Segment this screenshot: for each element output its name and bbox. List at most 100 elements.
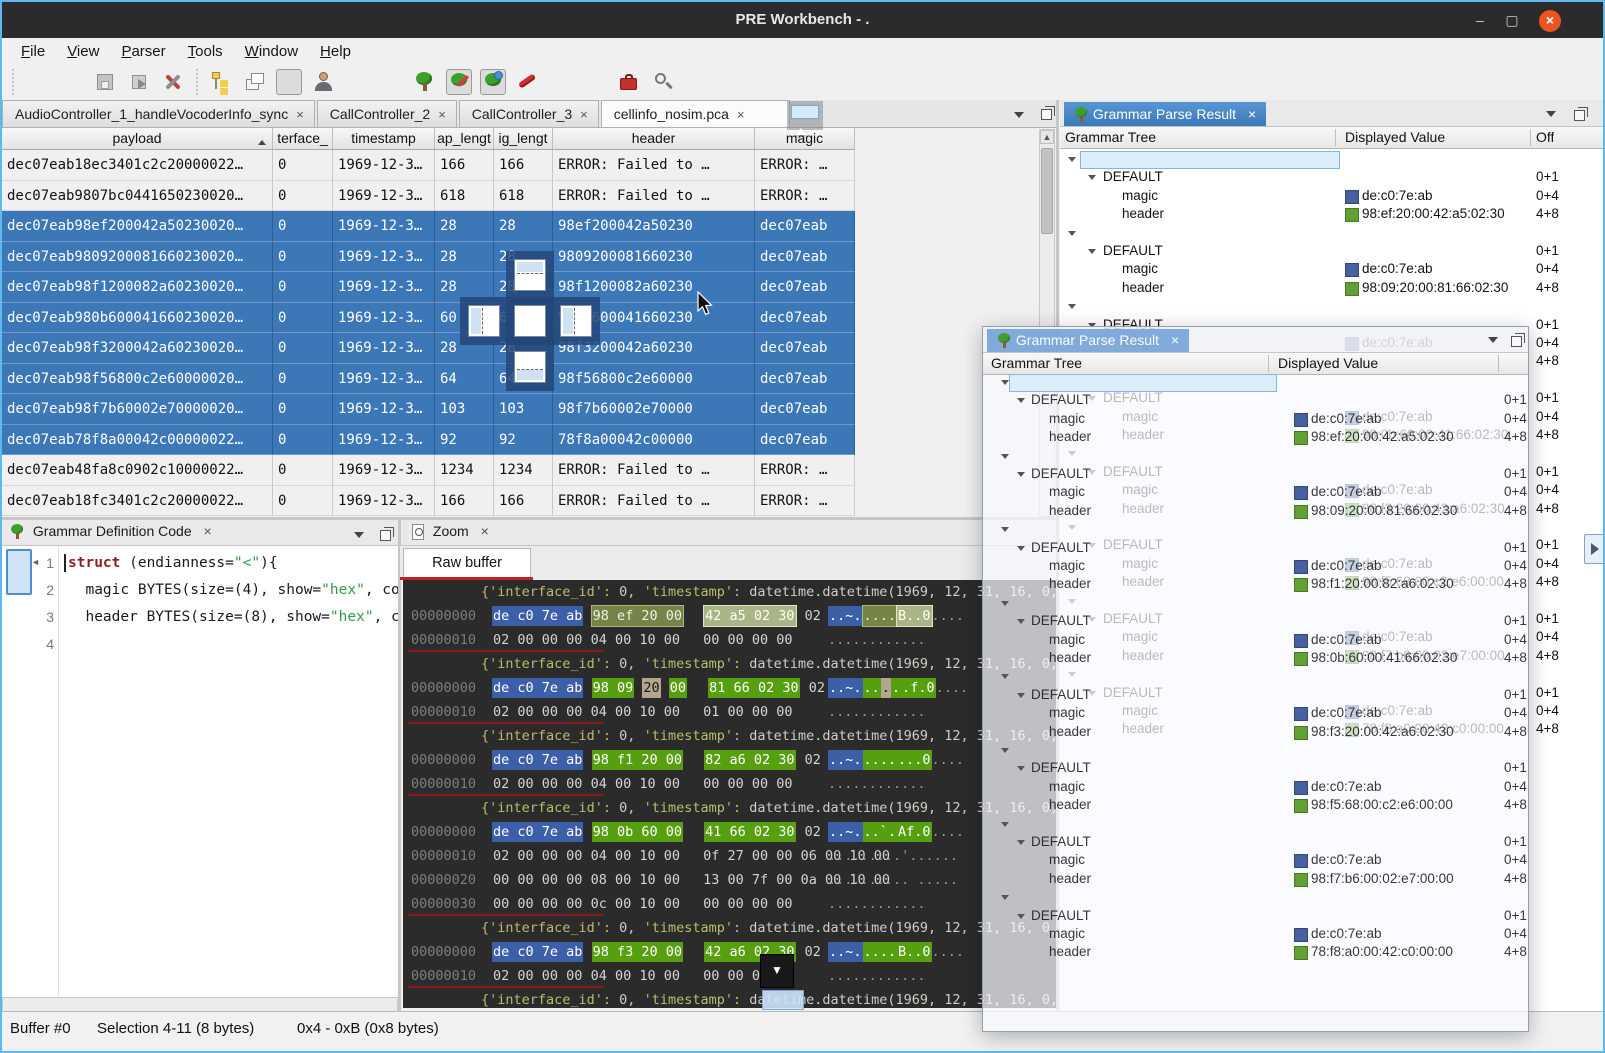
collapse-arrow-icon[interactable] [1001,601,1009,610]
tree-node-row[interactable]: DEFAULT0+1 [983,907,1528,925]
minimize-button[interactable]: – [1469,10,1491,32]
hex-line[interactable]: 00000000de c0 7e ab 98 f1 20 00 82 a6 02… [403,748,1056,772]
maximize-button[interactable]: ▢ [1501,10,1523,32]
preview-document-icon[interactable] [276,69,302,95]
column-header-payload[interactable]: payload [2,128,273,150]
tree-leaf-row[interactable]: magicde:c0:7e:ab0+4 [983,631,1528,649]
tools-icon[interactable] [160,69,186,95]
hex-line[interactable]: 00000000de c0 7e ab 98 ef 20 00 42 a5 02… [403,604,1056,628]
hex-line[interactable]: 0000001002 00 00 00 04 00 10 00 00 00 00… [403,772,1056,796]
zoom-panel-titlebar[interactable]: Zoom × [401,520,1056,546]
collapse-arrow-icon[interactable] [1017,472,1025,481]
tree-root-row[interactable] [983,741,1528,759]
floating-titlebar[interactable]: Grammar Parse Result × [983,327,1528,353]
tree-leaf-row[interactable]: magicde:c0:7e:ab0+4 [983,851,1528,869]
tree-root-row[interactable] [983,447,1528,465]
toolbox-icon[interactable] [616,69,642,95]
export-icon[interactable] [126,69,152,95]
floating-menu-button[interactable] [1488,335,1498,351]
collapse-arrow-icon[interactable] [1001,822,1009,831]
column-header-timestamp[interactable]: timestamp [333,128,435,150]
code-line[interactable]: 1struct (endianness="<"){ [2,550,398,577]
tab-list-dropdown[interactable] [1014,110,1024,126]
code-line[interactable]: 2 magic BYTES(size=(4), show="hex", colo… [2,577,398,604]
menu-item-parser[interactable]: Parser [110,40,176,63]
tree-leaf-row[interactable]: magicde:c0:7e:ab0+4 [983,925,1528,943]
collapse-arrow-icon[interactable] [1017,914,1025,923]
tree-leaf-row[interactable]: header98:0b:60:00:41:66:02:304+8 [983,649,1528,667]
code-editor[interactable]: 1struct (endianness="<"){2 magic BYTES(s… [2,546,398,997]
tree-root-row[interactable] [983,667,1528,685]
collapse-arrow-icon[interactable] [1001,380,1009,389]
tree-leaf-row[interactable]: magicde:c0:7e:ab0+4 [983,410,1528,428]
tree-node-row[interactable]: DEFAULT0+1 [983,833,1528,851]
scroll-up-button[interactable]: ▲ [1040,130,1054,144]
selected-empty-node[interactable] [1009,374,1277,392]
collapse-arrow-icon[interactable] [1017,766,1025,775]
column-header-ap-lengt[interactable]: ap_lengt [435,128,494,150]
collapse-arrow-icon[interactable] [1001,527,1009,536]
tree-root-row[interactable] [1060,224,1603,242]
collapse-arrow-icon[interactable] [1088,249,1096,258]
vertical-splitter-bottom[interactable] [398,520,401,1012]
tree-leaf-row[interactable]: magicde:c0:7e:ab0+4 [983,778,1528,796]
scroll-position-indicator[interactable] [6,549,32,595]
tab-close-icon[interactable]: × [580,107,588,122]
column-header-ig-lengt[interactable]: ig_lengt [494,128,553,150]
tree-leaf-row[interactable]: header98:09:20:00:81:66:02:304+8 [1060,279,1603,297]
tab-close-icon[interactable]: × [737,107,745,122]
terminal-warning-icon[interactable] [344,69,370,95]
tree-node-row[interactable]: DEFAULT0+1 [983,759,1528,777]
form-editor-icon[interactable] [548,69,574,95]
new-file-icon[interactable] [24,69,50,95]
collapse-arrow-icon[interactable] [1017,840,1025,849]
hex-line[interactable]: 0000002000 00 00 00 08 00 10 00 13 00 7f… [403,868,1056,892]
menu-item-window[interactable]: Window [234,40,309,63]
tree-node-row[interactable]: DEFAULT0+1 [1060,242,1603,260]
tree-leaf-row[interactable]: magicde:c0:7e:ab0+4 [983,483,1528,501]
tree-node-row[interactable]: DEFAULT0+1 [983,686,1528,704]
tree-node-row[interactable]: DEFAULT0+1 [983,539,1528,557]
tab-raw-buffer[interactable]: Raw buffer [403,548,531,578]
tree-root-row[interactable] [983,594,1528,612]
collapse-arrow-icon[interactable] [1068,157,1076,166]
tree-node-row[interactable]: DEFAULT0+1 [983,612,1528,630]
menu-item-tools[interactable]: Tools [177,40,234,63]
tree-leaf-row[interactable]: header98:09:20:00:81:66:02:304+8 [983,502,1528,520]
collapse-arrow-icon[interactable] [1001,895,1009,904]
tree-column-header[interactable]: Grammar TreeDisplayed Value [983,353,1528,375]
parse-panel-close-icon[interactable]: × [1248,106,1256,122]
selected-empty-node[interactable] [1080,151,1340,169]
tab-callcontroller-3[interactable]: CallController_3× [459,100,599,127]
tree-root-row[interactable] [983,888,1528,906]
floating-grammar-parse-result[interactable]: Grammar Parse Result × Grammar TreeDispl… [982,326,1529,1032]
debug-bug-icon[interactable] [378,69,404,95]
collapse-arrow-icon[interactable] [1017,693,1025,702]
tree-root-row[interactable] [1060,150,1603,168]
collapse-arrow-icon[interactable] [1001,454,1009,463]
tab-callcontroller-2[interactable]: CallController_2× [317,100,457,127]
save-icon[interactable] [92,69,118,95]
tree-node-row[interactable]: DEFAULT0+1 [983,465,1528,483]
cascade-icon[interactable] [242,69,268,95]
user-icon[interactable] [310,69,336,95]
menu-item-view[interactable]: View [56,40,110,63]
table-vscrollbar-thumb[interactable] [1041,148,1053,234]
tree-leaf-row[interactable]: magicde:c0:7e:ab0+4 [983,704,1528,722]
hex-dump-view[interactable]: {'interface_id': 0, 'timestamp': datetim… [403,580,1056,1008]
collapse-arrow-icon[interactable] [1088,175,1096,184]
code-panel-menu-button[interactable] [354,530,364,546]
close-button[interactable]: × [1539,10,1561,32]
menu-item-help[interactable]: Help [309,40,362,63]
tree-root-row[interactable] [983,815,1528,833]
code-panel-titlebar[interactable]: Grammar Definition Code × [2,520,398,546]
open-folder-icon[interactable] [58,69,84,95]
shield-search-icon[interactable] [582,69,608,95]
parse-panel-float-button[interactable] [1574,108,1585,124]
hex-line[interactable]: 0000003000 00 00 00 0c 00 10 00 00 00 00… [403,892,1056,916]
hex-line[interactable]: 0000001002 00 00 00 04 00 10 00 0f 27 00… [403,844,1056,868]
hex-line[interactable]: 00000000de c0 7e ab 98 0b 60 00 41 66 02… [403,820,1056,844]
tree-leaf-row[interactable]: header98:f7:b6:00:02:e7:00:004+8 [983,870,1528,888]
collapse-arrow-icon[interactable] [1068,231,1076,240]
hex-line[interactable]: 0000001002 00 00 00 04 00 10 00 00 00 00… [403,628,1056,652]
